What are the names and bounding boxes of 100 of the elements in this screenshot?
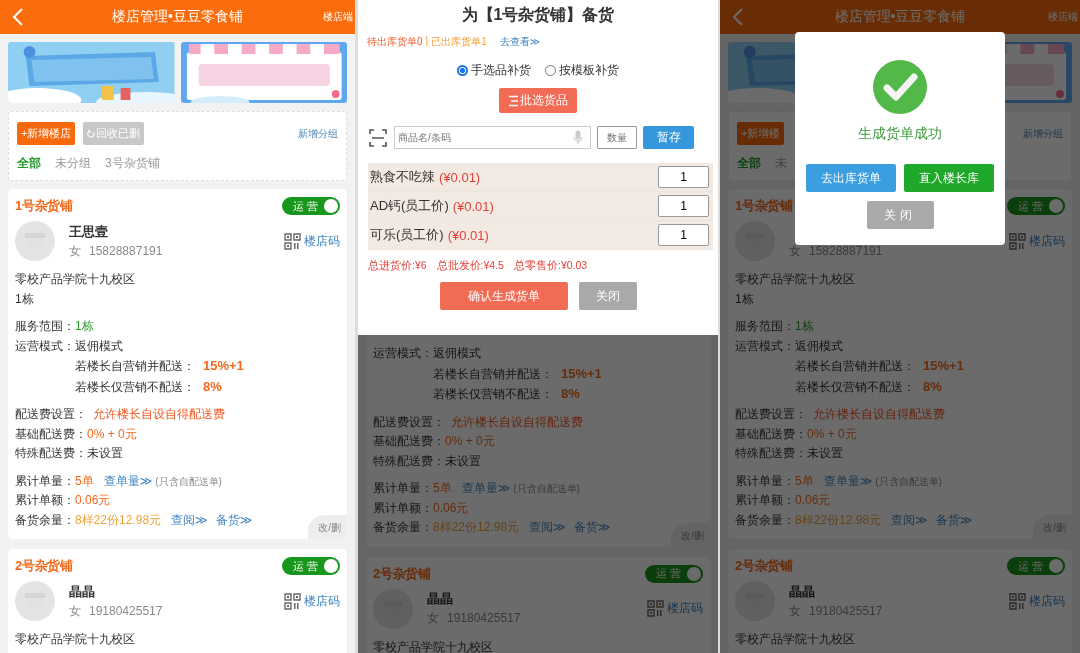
dialog-button[interactable]: 关闭 — [866, 201, 934, 229]
success-check-icon — [873, 60, 927, 114]
confirm-button[interactable]: 确认生成货单 — [439, 282, 568, 310]
field-label: 累计单额： — [373, 500, 433, 515]
detail-link[interactable]: 备货≫ — [573, 520, 611, 534]
save-button[interactable]: 暂存 — [643, 126, 694, 149]
quantity-field[interactable]: 1 — [658, 195, 709, 217]
group-tab[interactable]: 全部 — [17, 155, 41, 172]
field-label: 特殊配送费： — [735, 446, 807, 460]
qr-code-icon[interactable] — [1009, 592, 1026, 610]
detail-link[interactable]: 查单量≫ — [461, 481, 511, 495]
field-value: 返佣模式 — [75, 338, 123, 353]
field-label: 基础配送费： — [15, 426, 87, 441]
field-label: 配送费设置： — [373, 414, 445, 429]
search-field[interactable]: 商品名/条码 — [394, 126, 591, 149]
store-code-link[interactable]: 楼店码 — [667, 600, 703, 617]
field-value: 0.06元 — [795, 493, 831, 507]
detail-link[interactable]: 备货≫ — [215, 512, 253, 527]
field-value: 15%+1 — [561, 365, 602, 381]
store-code-link[interactable]: 楼店码 — [304, 232, 340, 250]
contact-name: 王思壹 — [69, 223, 108, 239]
batch-select-button[interactable]: 批选货品 — [499, 88, 577, 113]
phone-number: 15828887191 — [89, 243, 163, 258]
note-text: (只含自配送单) — [155, 475, 222, 487]
field-value: 8% — [561, 386, 580, 401]
store-code-link[interactable]: 楼店码 — [1029, 232, 1065, 250]
radio-label[interactable]: 按模板补货 — [559, 62, 619, 79]
field-label: 配送费设置： — [15, 407, 87, 421]
status-toggle[interactable]: 运营 — [1007, 557, 1065, 575]
detail-link[interactable]: 查单量≫ — [103, 473, 153, 488]
quantity-field[interactable]: 1 — [658, 224, 709, 246]
add-group-link[interactable]: 新增分组 — [1023, 126, 1063, 141]
quantity-field[interactable]: 数量 — [597, 126, 637, 149]
add-group-link[interactable]: 新增分组 — [298, 126, 338, 141]
radio-button[interactable] — [457, 65, 468, 76]
separator-text: | — [425, 35, 429, 48]
field-label: 若楼长仅营销不配送： — [75, 379, 195, 394]
back-icon[interactable] — [732, 8, 744, 26]
address-text: 1栋 — [15, 291, 34, 306]
field-label: 累计单额： — [15, 493, 75, 507]
undo-icon — [87, 129, 96, 138]
field-value: 允许楼长自设自得配送费 — [451, 414, 583, 429]
field-value: 15%+1 — [203, 358, 244, 373]
quantity-field[interactable]: 1 — [658, 166, 709, 188]
store-code-link[interactable]: 楼店码 — [304, 592, 340, 610]
store-name: 2号杂货铺 — [373, 564, 431, 583]
contact-name: 晶晶 — [789, 583, 815, 599]
total-price: 总进货价:¥6 — [368, 259, 427, 273]
shipped-orders: 已出库货单1 — [431, 35, 487, 49]
view-link[interactable]: 去查看≫ — [499, 35, 541, 49]
qr-code-icon[interactable] — [647, 600, 664, 617]
status-toggle[interactable]: 运营 — [282, 557, 340, 575]
status-toggle[interactable]: 运营 — [645, 564, 703, 583]
field-value: 0.06元 — [75, 493, 111, 507]
add-store-button[interactable]: +新增楼 — [737, 122, 785, 145]
group-tab[interactable]: 全部 — [737, 155, 761, 172]
radio-label[interactable]: 手选品补货 — [471, 62, 531, 79]
detail-link[interactable]: 查阅≫ — [891, 512, 928, 527]
field-label: 运营模式： — [735, 338, 795, 353]
dialog-button[interactable]: 直入楼长库 — [904, 164, 994, 192]
field-label: 累计单额： — [735, 493, 795, 507]
store-side-link[interactable]: 楼店端 — [323, 10, 353, 24]
field-label: 若楼长自营销并配送： — [795, 359, 915, 373]
dialog-button[interactable]: 去出库货单 — [806, 164, 896, 192]
field-value: 0.06元 — [433, 500, 469, 515]
detail-link[interactable]: 查单量≫ — [823, 473, 873, 488]
store-name: 1号杂货铺 — [15, 197, 73, 215]
item-name: 熟食不吃辣 — [370, 168, 435, 186]
pending-orders: 待出库货单0 — [367, 35, 423, 49]
close-button[interactable]: 关闭 — [578, 282, 637, 310]
field-value: 未设置 — [87, 446, 123, 460]
back-icon[interactable] — [12, 8, 24, 26]
field-label: 基础配送费： — [373, 434, 445, 448]
item-price: (¥0.01) — [452, 198, 494, 214]
qr-code-icon[interactable] — [284, 232, 301, 250]
status-toggle[interactable]: 运营 — [282, 197, 340, 215]
microphone-icon[interactable] — [573, 130, 583, 145]
detail-link[interactable]: 查阅≫ — [529, 520, 566, 534]
field-label: 若楼长仅营销不配送： — [433, 387, 553, 401]
store-name: 2号杂货铺 — [15, 557, 73, 575]
group-tab[interactable]: 3号杂货铺 — [105, 155, 160, 172]
edit-delete-tab[interactable]: 改/删 — [308, 515, 347, 539]
store-side-link[interactable]: 楼店端 — [1048, 10, 1078, 24]
scan-icon[interactable] — [368, 127, 388, 148]
status-toggle[interactable]: 运营 — [1007, 197, 1065, 215]
detail-link[interactable]: 查阅≫ — [171, 512, 208, 527]
address-text: 零校产品学院十九校区 — [15, 272, 135, 286]
store-code-link[interactable]: 楼店码 — [1029, 592, 1065, 610]
add-store-button[interactable]: +新增楼店 — [17, 122, 76, 145]
group-tab[interactable]: 未分组 — [55, 155, 91, 172]
field-value: 允许楼长自设自得配送费 — [93, 407, 225, 421]
field-value: 0% + 0元 — [445, 434, 495, 448]
field-value: 1栋 — [75, 319, 94, 333]
field-label: 服务范围： — [15, 319, 75, 333]
field-value: 5单 — [433, 481, 452, 495]
field-label: 服务范围： — [735, 319, 795, 333]
qr-code-icon[interactable] — [284, 592, 301, 610]
field-value: 允许楼长自设自得配送费 — [813, 407, 945, 421]
detail-link[interactable]: 备货≫ — [935, 512, 973, 527]
qr-code-icon[interactable] — [1009, 232, 1026, 250]
